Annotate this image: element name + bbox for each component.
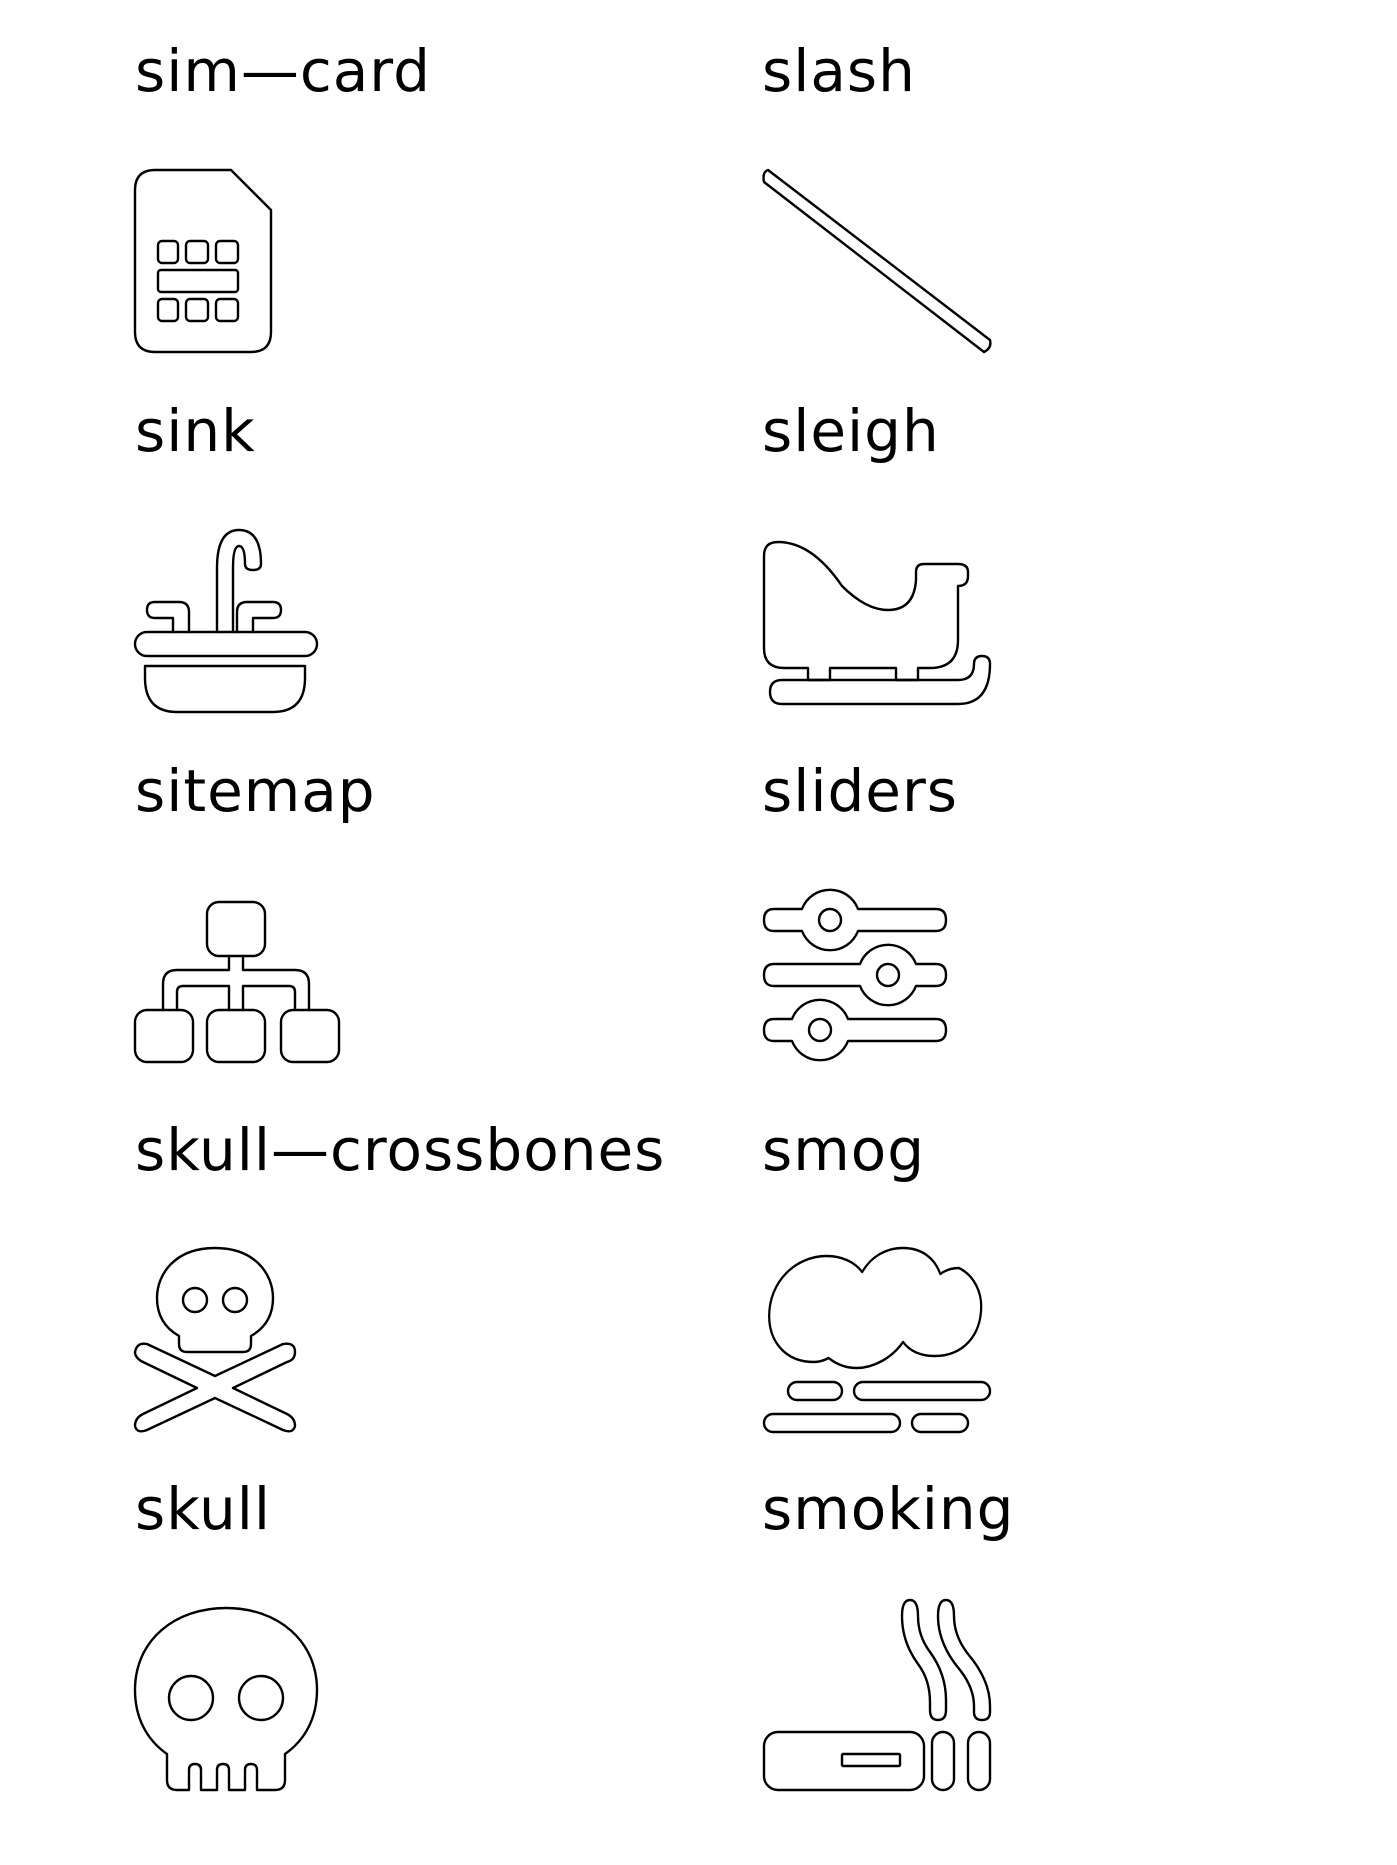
- sitemap-label: sitemap: [135, 757, 376, 825]
- smog-label: smog: [762, 1116, 926, 1184]
- sink-icon: [133, 528, 319, 714]
- sliders-label: sliders: [762, 757, 959, 825]
- sim-card-label: sim—card: [135, 37, 431, 105]
- slash-label: slash: [762, 37, 916, 105]
- skull-crossbones-icon: [133, 1246, 297, 1433]
- sitemap-icon: [133, 900, 341, 1064]
- skull-crossbones-label: skull—crossbones: [135, 1116, 666, 1184]
- smoking-label: smoking: [762, 1475, 1015, 1543]
- sleigh-label: sleigh: [762, 397, 940, 465]
- sliders-icon: [762, 888, 948, 1071]
- slash-icon: [762, 168, 992, 354]
- sink-label: sink: [135, 397, 256, 465]
- sim-card-icon: [133, 168, 273, 354]
- smoking-icon: [762, 1596, 992, 1792]
- smog-icon: [762, 1246, 992, 1434]
- skull-icon: [133, 1606, 319, 1792]
- sleigh-icon: [762, 540, 992, 706]
- skull-label: skull: [135, 1475, 272, 1543]
